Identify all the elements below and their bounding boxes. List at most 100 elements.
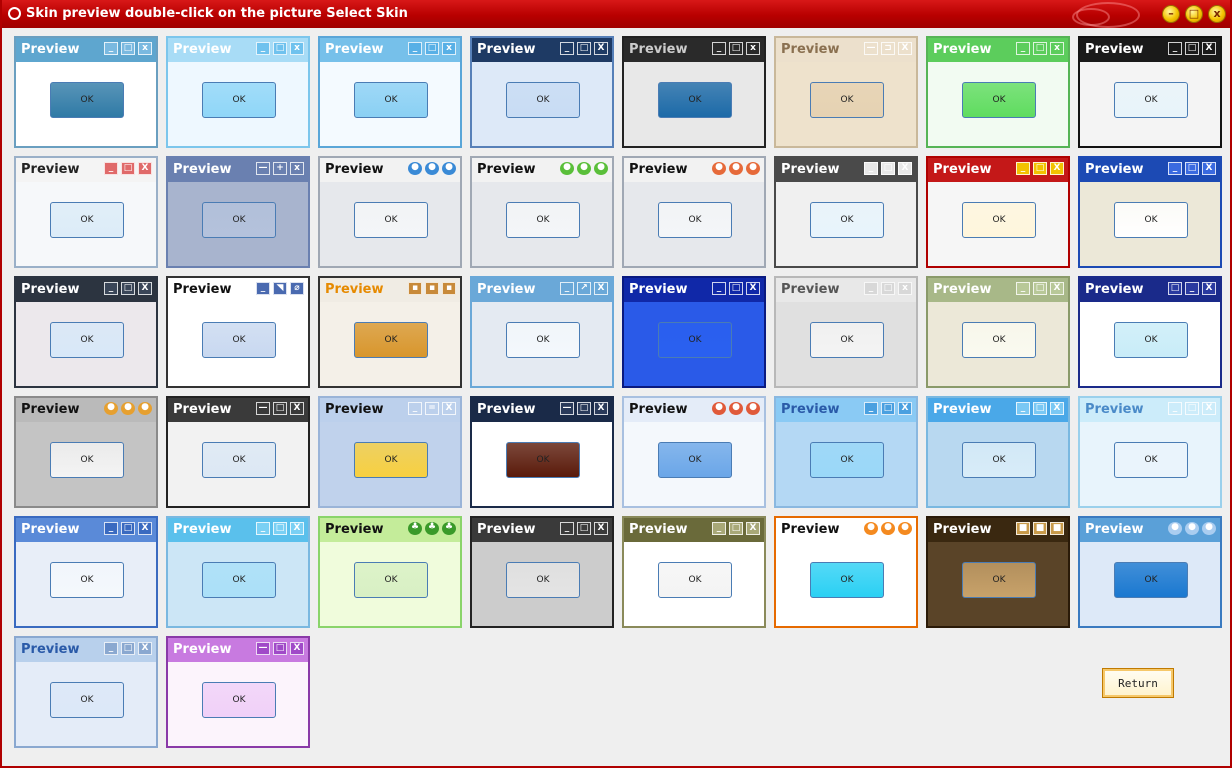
skin-preview-tile[interactable]: Preview ● ● ● OK bbox=[14, 396, 158, 508]
skin-preview-tile[interactable]: Preview _ □ X OK bbox=[926, 396, 1070, 508]
skin-preview-label: Preview bbox=[1085, 402, 1144, 417]
skin-window-controls: ● ● ● bbox=[560, 162, 608, 176]
skin-ok-button: OK bbox=[354, 562, 428, 598]
skin-preview-tile[interactable]: Preview _ □ x OK bbox=[318, 36, 462, 148]
skin-window-controls: — □ X bbox=[256, 642, 304, 656]
skin-preview-tile[interactable]: Preview ● ● ● OK bbox=[622, 396, 766, 508]
skin-minimize-icon: _ bbox=[104, 522, 118, 535]
skin-maximize-icon: ⊐ bbox=[881, 42, 895, 55]
skin-ok-button: OK bbox=[506, 202, 580, 238]
skin-ok-button: OK bbox=[354, 202, 428, 238]
skin-preview-label: Preview bbox=[933, 282, 992, 297]
skin-preview-tile[interactable]: Preview ● ● ● OK bbox=[470, 156, 614, 268]
skin-close-icon: ● bbox=[138, 402, 152, 415]
skin-preview-tile[interactable]: Preview ▪ ▪ ▪ OK bbox=[318, 276, 462, 388]
skin-preview-tile[interactable]: Preview _ □ X OK bbox=[470, 36, 614, 148]
skin-preview-tile[interactable]: Preview — □ X OK bbox=[166, 396, 310, 508]
skin-minimize-icon: _ bbox=[104, 42, 118, 55]
skin-title-bar: Preview _ □ X bbox=[16, 158, 156, 182]
skin-ok-button: OK bbox=[506, 442, 580, 478]
skin-minimize-icon: _ bbox=[256, 522, 270, 535]
skin-window-controls: — □ X bbox=[560, 402, 608, 416]
maximize-icon[interactable]: □ bbox=[1185, 5, 1203, 23]
skin-preview-label: Preview bbox=[781, 402, 840, 417]
skin-ok-button: OK bbox=[50, 682, 124, 718]
minimize-icon[interactable]: – bbox=[1162, 5, 1180, 23]
skin-maximize-icon: □ bbox=[273, 642, 287, 655]
skin-preview-tile[interactable]: Preview _ □ X OK bbox=[14, 276, 158, 388]
skin-window-controls: _ □ X bbox=[560, 522, 608, 536]
skin-preview-label: Preview bbox=[781, 522, 840, 537]
skin-window-controls: _ = X bbox=[408, 402, 456, 416]
skin-preview-tile[interactable]: Preview ● ● ● OK bbox=[774, 516, 918, 628]
skin-maximize-icon: □ bbox=[1033, 162, 1047, 175]
skin-preview-tile[interactable]: Preview _ □ x OK bbox=[622, 36, 766, 148]
skin-preview-tile[interactable]: Preview _ □ X OK bbox=[774, 396, 918, 508]
skin-preview-tile[interactable]: Preview _ □ x OK bbox=[166, 36, 310, 148]
title-bar[interactable]: Skin preview double-click on the picture… bbox=[2, 0, 1230, 28]
skin-preview-tile[interactable]: Preview ● ● ● OK bbox=[318, 156, 462, 268]
skin-maximize-icon: □ bbox=[425, 42, 439, 55]
skin-ok-button: OK bbox=[50, 82, 124, 118]
skin-preview-tile[interactable]: Preview _ = X OK bbox=[318, 396, 462, 508]
skin-preview-tile[interactable]: Preview _ □ X OK bbox=[1078, 36, 1222, 148]
skin-close-icon: ● bbox=[442, 162, 456, 175]
skin-minimize-icon: ● bbox=[712, 402, 726, 415]
skin-close-icon: X bbox=[290, 642, 304, 655]
close-icon[interactable]: x bbox=[1208, 5, 1226, 23]
skin-preview-tile[interactable]: Preview ● ● ● OK bbox=[1078, 516, 1222, 628]
skin-preview-tile[interactable]: Preview ● ● ● OK bbox=[622, 156, 766, 268]
skin-window-controls: _ □ x bbox=[712, 42, 760, 56]
skin-preview-tile[interactable]: Preview _ ↗ X OK bbox=[470, 276, 614, 388]
skin-preview-tile[interactable]: Preview _ □ X OK bbox=[926, 276, 1070, 388]
skin-ok-button: OK bbox=[962, 562, 1036, 598]
skin-preview-tile[interactable]: Preview — □ X OK bbox=[470, 396, 614, 508]
skin-preview-tile[interactable]: Preview _ ◥ ⌀ OK bbox=[166, 276, 310, 388]
skin-preview-tile[interactable]: Preview _ □ X OK bbox=[774, 156, 918, 268]
skin-preview-tile[interactable]: Preview _ □ X OK bbox=[926, 156, 1070, 268]
skin-close-icon: x bbox=[442, 42, 456, 55]
skin-preview-tile[interactable]: Preview _ □ X OK bbox=[1078, 396, 1222, 508]
skin-preview-tile[interactable]: Preview _ □ x OK bbox=[14, 36, 158, 148]
skin-preview-tile[interactable]: Preview _ □ X OK bbox=[14, 636, 158, 748]
skin-title-bar: Preview _ □ X bbox=[1080, 158, 1220, 182]
skin-minimize-icon: _ bbox=[560, 522, 574, 535]
skin-minimize-icon: _ bbox=[864, 162, 878, 175]
skin-minimize-icon: _ bbox=[408, 42, 422, 55]
skin-window-controls: ● ● ● bbox=[1168, 522, 1216, 536]
skin-minimize-icon: _ bbox=[560, 282, 574, 295]
skin-close-icon: ● bbox=[594, 162, 608, 175]
skin-preview-tile[interactable]: Preview ♣ ♣ ♣ OK bbox=[318, 516, 462, 628]
skin-preview-tile[interactable]: Preview _ □ X OK bbox=[470, 516, 614, 628]
skin-preview-tile[interactable]: Preview _ □ X OK bbox=[622, 276, 766, 388]
skin-preview-tile[interactable]: Preview ■ ■ ■ OK bbox=[926, 516, 1070, 628]
skin-title-bar: Preview _ □ X bbox=[16, 638, 156, 662]
skin-preview-tile[interactable]: Preview — + x OK bbox=[166, 156, 310, 268]
skin-window-controls: ● ● ● bbox=[408, 162, 456, 176]
skin-preview-tile[interactable]: Preview _ □ X OK bbox=[14, 156, 158, 268]
skin-ok-button: OK bbox=[202, 82, 276, 118]
skin-close-icon: X bbox=[1050, 162, 1064, 175]
skin-preview-tile[interactable]: Preview — ⊐ X OK bbox=[774, 36, 918, 148]
skin-preview-tile[interactable]: Preview — □ X OK bbox=[166, 636, 310, 748]
skin-title-bar: Preview _ □ X bbox=[928, 278, 1068, 302]
skin-title-bar: Preview — □ X bbox=[472, 398, 612, 422]
skin-ok-button: OK bbox=[658, 82, 732, 118]
skin-preview-label: Preview bbox=[173, 642, 232, 657]
skin-preview-tile[interactable]: Preview _ □ X OK bbox=[14, 516, 158, 628]
skin-minimize-icon: ▪ bbox=[408, 282, 422, 295]
return-button[interactable]: Return bbox=[1102, 668, 1174, 698]
skin-preview-label: Preview bbox=[173, 282, 232, 297]
skin-preview-tile[interactable]: Preview _ □ X OK bbox=[166, 516, 310, 628]
skin-preview-label: Preview bbox=[629, 42, 688, 57]
skin-preview-tile[interactable]: Preview _ □ x OK bbox=[926, 36, 1070, 148]
skin-preview-label: Preview bbox=[21, 642, 80, 657]
skin-window-controls: _ □ X bbox=[104, 642, 152, 656]
skin-preview-tile[interactable]: Preview □ _ X OK bbox=[1078, 276, 1222, 388]
skin-title-bar: Preview _ □ X bbox=[928, 398, 1068, 422]
skin-preview-tile[interactable]: Preview _ □ X OK bbox=[622, 516, 766, 628]
skin-window-controls: ● ● ● bbox=[712, 162, 760, 176]
skin-preview-tile[interactable]: Preview _ □ x OK bbox=[774, 276, 918, 388]
skin-preview-tile[interactable]: Preview _ □ X OK bbox=[1078, 156, 1222, 268]
skin-ok-button: OK bbox=[202, 562, 276, 598]
